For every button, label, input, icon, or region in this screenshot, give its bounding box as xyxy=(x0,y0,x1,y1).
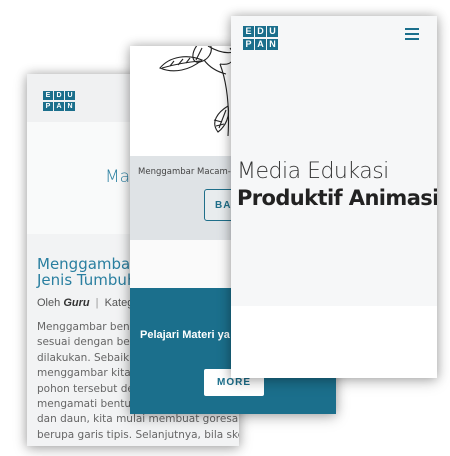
cta-text: Pelajari Materi ya xyxy=(140,329,230,341)
hero-title: Ma xyxy=(105,167,131,187)
post-meta: Oleh Guru | Kateg xyxy=(37,297,134,309)
home-screen: EDU PAN Media Edukasi Produktif Animasi. xyxy=(231,16,437,378)
edupan-logo[interactable]: EDU PAN xyxy=(43,91,75,111)
hero-heading: Media Edukasi xyxy=(237,159,389,184)
edupan-logo[interactable]: EDU PAN xyxy=(243,26,278,50)
hamburger-menu-icon[interactable] xyxy=(405,28,419,40)
hero-subheading: Produktif Animasi. xyxy=(237,186,437,210)
footer-area xyxy=(231,306,437,378)
image-caption: Menggambar Macam-m xyxy=(138,167,240,177)
post-author[interactable]: Guru xyxy=(63,297,89,309)
